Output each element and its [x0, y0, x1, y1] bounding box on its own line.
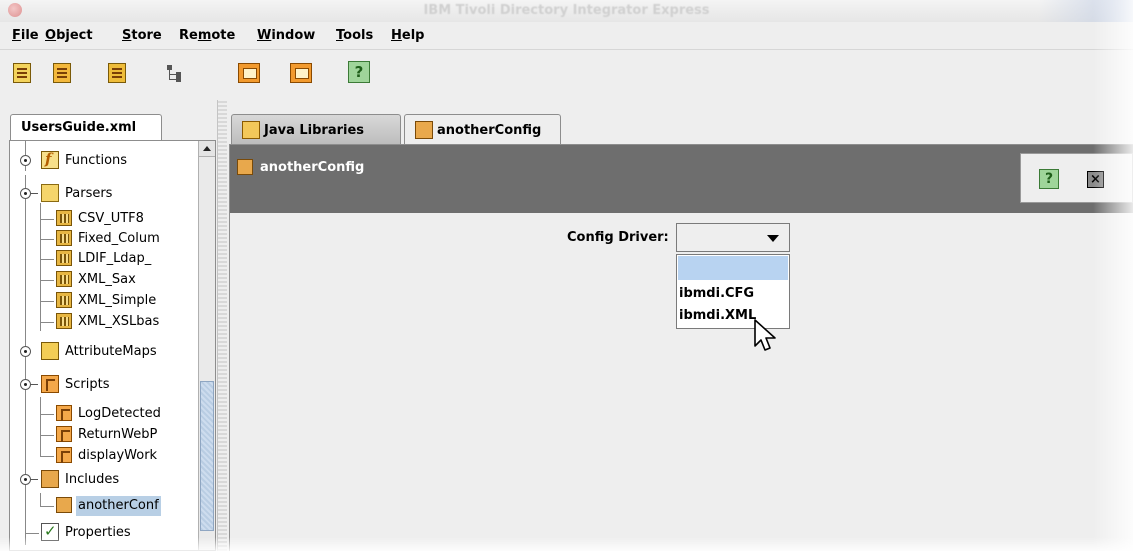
panel-splitter[interactable]: [217, 100, 227, 551]
menu-help[interactable]: Help: [391, 28, 424, 43]
tree-item-attributemaps[interactable]: AttributeMaps: [10, 341, 200, 363]
tree-scrollbar[interactable]: [198, 141, 215, 550]
tree-view-icon: [165, 63, 185, 83]
tab-usersguide[interactable]: UsersGuide.xml: [10, 114, 162, 140]
collapse-handle-icon[interactable]: [20, 474, 38, 485]
tree-view-button[interactable]: [165, 63, 187, 85]
scrollbar-thumb[interactable]: [200, 381, 214, 531]
menu-bar: File Object Store Remote Window Tools He…: [0, 22, 1133, 50]
script-icon: [56, 405, 72, 421]
tree-item-ldif-ldap[interactable]: LDIF_Ldap_: [10, 248, 200, 270]
menu-object[interactable]: Object: [45, 28, 93, 43]
close-icon[interactable]: ×: [1087, 171, 1104, 188]
window-controls[interactable]: [1038, 0, 1133, 22]
tree-item-includes[interactable]: Includes: [10, 469, 200, 491]
editor-header: anotherConfig ? ×: [230, 145, 1133, 213]
expand-handle-icon[interactable]: [20, 155, 31, 166]
help-button[interactable]: ?: [348, 61, 370, 83]
include-icon: [237, 159, 253, 175]
editor-title: anotherConfig: [260, 160, 365, 175]
properties-icon: [41, 522, 59, 541]
new-config-icon: [13, 63, 31, 83]
forward-icon: [290, 63, 312, 83]
dropdown-option-ibmdi-xml[interactable]: ibmdi.XML: [679, 308, 756, 323]
scripts-folder-icon: [41, 375, 59, 393]
config-driver-select[interactable]: [676, 223, 790, 252]
includes-folder-icon: [41, 470, 59, 488]
tree-item-anotherconfig[interactable]: anotherConf: [10, 495, 200, 517]
tree-item-fixed-column[interactable]: Fixed_Colum: [10, 228, 200, 250]
tree-item-functions[interactable]: Functions: [10, 150, 200, 172]
mouse-pointer-icon: [754, 319, 776, 351]
expand-handle-icon[interactable]: [20, 346, 31, 357]
open-config-icon: [53, 63, 71, 83]
tree-item-xml-simple[interactable]: XML_Simple: [10, 290, 200, 312]
tree-item-displaywork[interactable]: displayWork: [10, 445, 200, 467]
header-button-group: ? ×: [1020, 153, 1133, 203]
tab-java-libraries[interactable]: Java Libraries: [231, 114, 401, 144]
help-icon[interactable]: ?: [1039, 169, 1059, 189]
tree-item-scripts[interactable]: Scripts: [10, 374, 200, 396]
collapse-handle-icon[interactable]: [20, 379, 38, 390]
config-driver-label: Config Driver:: [567, 230, 669, 245]
editor-panel: Java Libraries anotherConfig anotherConf…: [227, 100, 1133, 551]
functions-icon: [41, 150, 59, 169]
back-button[interactable]: [238, 63, 260, 85]
tree-item-csv-utf8[interactable]: CSV_UTF8: [10, 208, 200, 230]
parsers-folder-icon: [41, 184, 59, 202]
scroll-up-arrow-icon[interactable]: [199, 141, 215, 157]
dropdown-option-ibmdi-cfg[interactable]: ibmdi.CFG: [679, 286, 754, 301]
dropdown-option-blank[interactable]: [678, 256, 788, 280]
save-config-icon: [108, 63, 126, 83]
parser-icon: [56, 210, 72, 226]
menu-window[interactable]: Window: [257, 28, 315, 43]
config-tree: Functions Parsers CSV_UTF8 Fixed_Colum L: [9, 140, 216, 551]
application-window: IBM Tivoli Directory Integrator Express …: [0, 0, 1133, 551]
include-icon: [415, 121, 433, 139]
menu-tools[interactable]: Tools: [336, 28, 373, 43]
tree-item-returnwebp[interactable]: ReturnWebP: [10, 424, 200, 446]
tree-item-logdetected[interactable]: LogDetected: [10, 403, 200, 425]
tab-anotherconfig[interactable]: anotherConfig: [404, 114, 561, 144]
parser-icon: [56, 271, 72, 287]
script-icon: [56, 426, 72, 442]
help-icon: ?: [348, 61, 370, 83]
new-config-button[interactable]: [13, 63, 35, 85]
tree-item-parsers[interactable]: Parsers: [10, 183, 200, 205]
window-title: IBM Tivoli Directory Integrator Express: [423, 3, 710, 18]
save-config-button[interactable]: [108, 63, 130, 85]
script-icon: [56, 447, 72, 463]
menu-store[interactable]: Store: [122, 28, 162, 43]
title-bar: IBM Tivoli Directory Integrator Express: [0, 0, 1133, 22]
parser-icon: [56, 313, 72, 329]
parser-icon: [56, 230, 72, 246]
parser-icon: [56, 292, 72, 308]
toolbar: ?: [0, 50, 1133, 100]
attribute-maps-icon: [41, 342, 59, 360]
include-icon: [56, 497, 72, 513]
tree-item-xml-xslbased[interactable]: XML_XSLbas: [10, 311, 200, 333]
menu-file[interactable]: File: [12, 28, 39, 43]
tree-item-properties[interactable]: Properties: [10, 522, 200, 544]
parser-icon: [56, 250, 72, 266]
java-cup-icon: [242, 121, 260, 139]
collapse-handle-icon[interactable]: [20, 188, 38, 199]
back-icon: [238, 63, 260, 83]
menu-remote[interactable]: Remote: [179, 28, 235, 43]
open-config-button[interactable]: [53, 63, 75, 85]
config-browser-panel: UsersGuide.xml Functions Parsers CSV_UT: [0, 100, 217, 551]
tree-item-xml-sax[interactable]: XML_Sax: [10, 269, 200, 291]
forward-button[interactable]: [290, 63, 312, 85]
